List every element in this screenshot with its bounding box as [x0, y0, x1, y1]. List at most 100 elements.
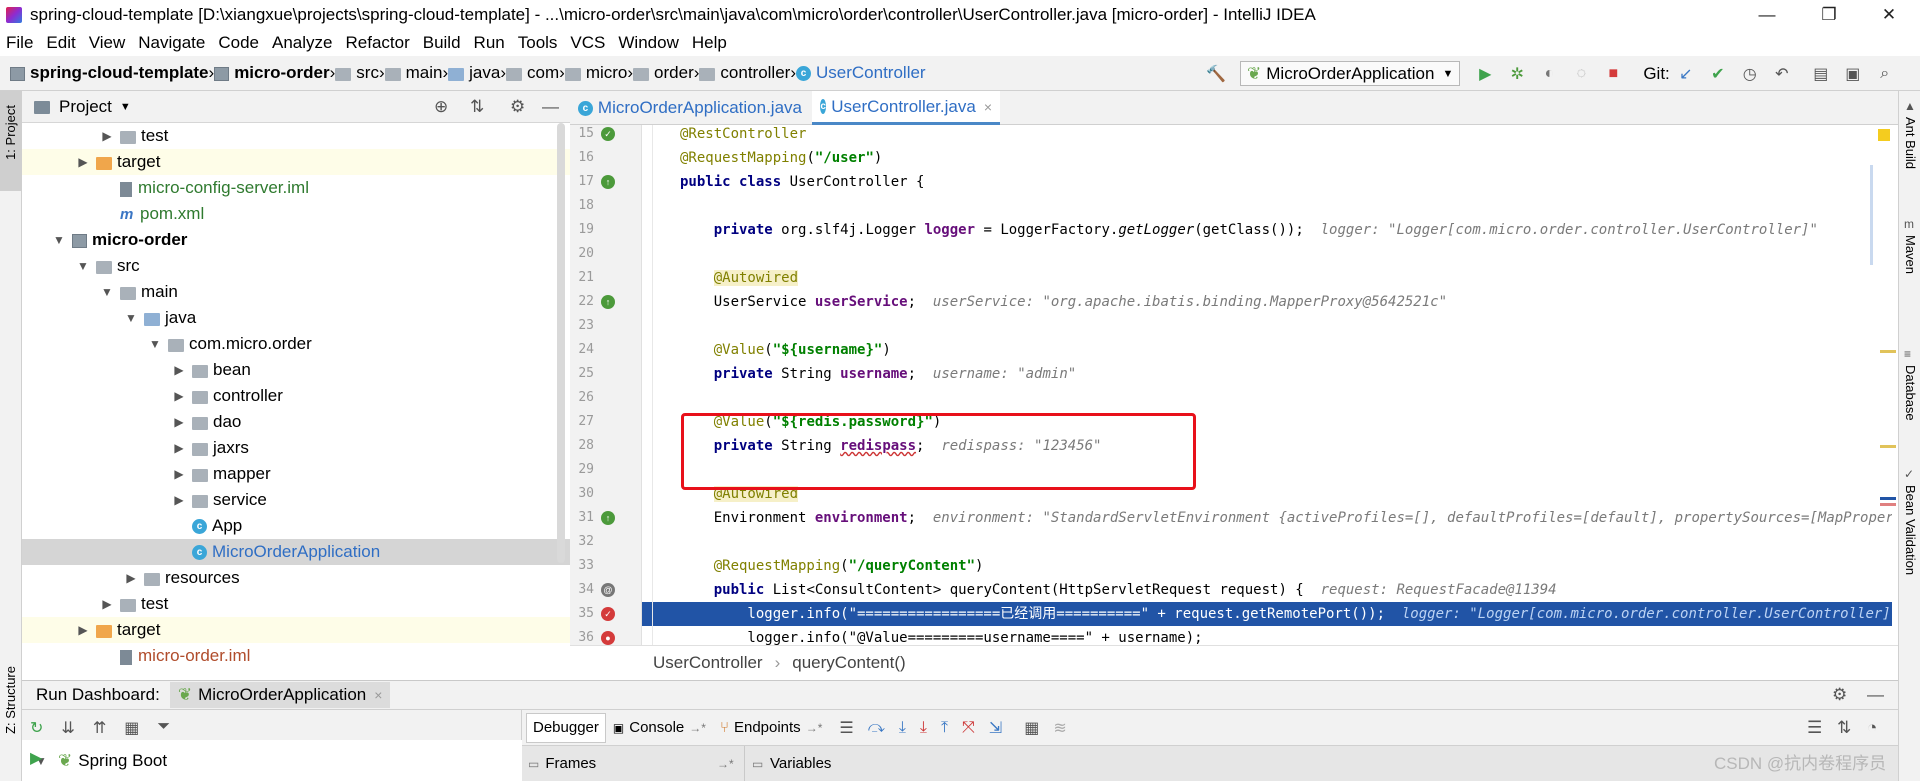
menu-run[interactable]: Run [474, 33, 505, 53]
tree-item[interactable]: c MicroOrderApplication [22, 539, 570, 565]
breadcrumb-item[interactable]: src [335, 63, 379, 83]
search-everywhere-icon[interactable]: ⌕ [1876, 65, 1894, 83]
close-tab-icon[interactable]: × [374, 687, 382, 703]
chevron-right-icon[interactable]: ▶ [170, 493, 188, 507]
breadcrumb-item[interactable]: micro [564, 63, 627, 83]
chevron-down-icon[interactable]: ▼ [122, 311, 140, 325]
tree-item[interactable]: ▼ src [22, 253, 570, 279]
menu-tools[interactable]: Tools [518, 33, 558, 53]
locate-icon[interactable]: ⊕ [434, 97, 448, 117]
menu-code[interactable]: Code [218, 33, 259, 53]
tree-scrollbar[interactable] [557, 123, 565, 563]
menu-navigate[interactable]: Navigate [138, 33, 205, 53]
database-toolwindow-button[interactable]: Database [1903, 365, 1918, 421]
tree-item[interactable]: ▶ dao [22, 409, 570, 435]
tree-item[interactable]: micro-config-server.iml [22, 175, 570, 201]
code-line[interactable]: @Value("${username}") [642, 338, 1892, 362]
chevron-down-icon[interactable]: ▼ [98, 285, 116, 299]
project-panel-title[interactable]: Project [59, 97, 112, 117]
code-line[interactable] [642, 386, 1892, 410]
breadcrumb-item[interactable]: micro-order [214, 63, 330, 83]
code-line[interactable]: Environment environment; environment: "S… [642, 506, 1892, 530]
menu-vcs[interactable]: VCS [570, 33, 605, 53]
git-update-icon[interactable]: ↙ [1677, 65, 1695, 83]
code-line[interactable]: public class UserController { [642, 170, 1892, 194]
code-line[interactable]: UserService userService; userService: "o… [642, 290, 1892, 314]
breadcrumb-item[interactable]: order [633, 63, 694, 83]
group-icon[interactable]: ▦ [124, 718, 139, 738]
breadcrumb-item[interactable]: com [506, 63, 559, 83]
project-toolwindow-button[interactable]: 1: Project [3, 105, 18, 160]
restore-layout-icon[interactable]: ⇅ [1837, 718, 1851, 738]
tree-item[interactable]: micro-order.iml [22, 643, 570, 669]
collapse-all-icon[interactable]: ⇅ [470, 97, 484, 117]
close-window-button[interactable]: ✕ [1860, 0, 1918, 29]
menu-help[interactable]: Help [692, 33, 727, 53]
spring-bean-icon[interactable]: ↑ [601, 175, 615, 189]
run-icon[interactable]: ▶ [30, 748, 42, 768]
tree-item[interactable]: ▼ micro-order [22, 227, 570, 253]
execution-line[interactable]: logger.info("=================已经调用======… [642, 602, 1892, 626]
chevron-right-icon[interactable]: ▶ [74, 623, 92, 637]
rerun-icon[interactable]: ↻ [30, 718, 43, 738]
coverage-icon[interactable]: ◐ [1540, 65, 1558, 83]
hide-panel-icon[interactable]: — [1867, 685, 1884, 705]
chevron-right-icon[interactable]: ▶ [170, 441, 188, 455]
tab-usercontroller[interactable]: c UserController.java × [812, 91, 1000, 125]
tree-item[interactable]: ▼ com.micro.order [22, 331, 570, 357]
chevron-right-icon[interactable]: ▶ [74, 155, 92, 169]
code-line[interactable] [642, 194, 1892, 218]
menu-window[interactable]: Window [618, 33, 678, 53]
menu-analyze[interactable]: Analyze [272, 33, 332, 53]
tree-item[interactable]: ▼ java [22, 305, 570, 331]
code-editor[interactable]: @RestController @RequestMapping("/user") p… [642, 125, 1892, 645]
build-hammer-icon[interactable]: 🔨 [1206, 65, 1226, 83]
tree-item[interactable]: c App [22, 513, 570, 539]
structure-toolwindow-button[interactable]: Z: Structure [3, 666, 18, 734]
code-line[interactable]: private String username; username: "admi… [642, 362, 1892, 386]
tab-endpoints[interactable]: ⑂ Endpoints →* [713, 713, 829, 743]
gear-icon[interactable]: ⚙ [510, 97, 525, 117]
bean-validation-toolwindow-button[interactable]: Bean Validation [1903, 485, 1918, 575]
tree-item[interactable]: ▶ controller [22, 383, 570, 409]
breadcrumb-item[interactable]: c UserController [796, 63, 926, 83]
step-out-icon[interactable]: ⤒ [941, 719, 948, 737]
close-tab-icon[interactable]: × [984, 99, 992, 115]
show-execution-point-icon[interactable]: ☰ [839, 718, 853, 738]
tree-item[interactable]: ▶ service [22, 487, 570, 513]
maven-toolwindow-button[interactable]: Maven [1903, 235, 1918, 274]
mapping-icon[interactable]: @ [601, 583, 615, 597]
code-line[interactable]: @Autowired [642, 266, 1892, 290]
crumb-class[interactable]: UserController [653, 653, 763, 673]
revert-icon[interactable]: ↶ [1773, 65, 1791, 83]
breadcrumb-item[interactable]: spring-cloud-template [10, 63, 209, 83]
chevron-right-icon[interactable]: ▶ [122, 571, 140, 585]
tree-item[interactable]: ▶ resources [22, 565, 570, 591]
chevron-right-icon[interactable]: ▶ [170, 389, 188, 403]
run-config-select[interactable]: ❦ MicroOrderApplication ▼ [1240, 61, 1461, 86]
crumb-method[interactable]: queryContent() [792, 653, 905, 673]
tab-debugger[interactable]: Debugger [526, 712, 606, 743]
run-to-cursor-icon[interactable]: ⇲ [989, 718, 1002, 738]
run-icon[interactable]: ▶ [1476, 65, 1494, 83]
chevron-right-icon[interactable]: ▶ [170, 363, 188, 377]
evaluate-expression-icon[interactable]: ▦ [1024, 718, 1039, 738]
menu-refactor[interactable]: Refactor [345, 33, 409, 53]
ant-build-toolwindow-button[interactable]: Ant Build [1903, 117, 1918, 169]
drop-frame-icon[interactable]: ⤧ [962, 719, 975, 737]
tab-console[interactable]: ▣ Console →* [606, 713, 713, 743]
code-line[interactable]: @RestController [642, 125, 1892, 146]
profile-icon[interactable]: ◌ [1572, 65, 1590, 83]
stop-icon[interactable]: ■ [1604, 65, 1622, 83]
chevron-down-icon[interactable]: ▼ [50, 233, 68, 247]
tree-item[interactable]: m pom.xml [22, 201, 570, 227]
code-line[interactable]: logger.info("@Value=========username====… [642, 626, 1892, 645]
restore-button[interactable]: ❐ [1800, 0, 1858, 29]
tree-item[interactable]: ▶ target [22, 149, 570, 175]
chevron-right-icon[interactable]: ▶ [170, 415, 188, 429]
chevron-down-icon[interactable]: ▼ [120, 101, 131, 113]
spring-bean-icon[interactable]: ↑ [601, 511, 615, 525]
git-commit-icon[interactable]: ✔ [1709, 65, 1727, 83]
code-line[interactable] [642, 314, 1892, 338]
collapse-all-icon[interactable]: ⇈ [93, 718, 106, 738]
